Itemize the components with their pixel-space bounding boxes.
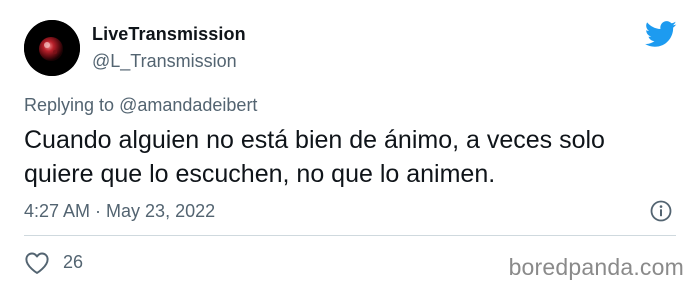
tweet-text-line: Cuando alguien no está bien de ánimo, a … <box>24 126 605 154</box>
planet-image <box>24 20 80 76</box>
twitter-bird-icon[interactable] <box>644 21 677 48</box>
like-count: 26 <box>63 252 84 272</box>
replying-to-prefix: Replying to <box>24 95 115 115</box>
like-heart-icon[interactable] <box>24 251 50 275</box>
tweet-text-line: quiere que lo escuchen, no que lo animen… <box>24 160 496 188</box>
tweet-timestamp[interactable]: 4:27 AM · May 23, 2022 <box>24 201 215 222</box>
author-display-name[interactable]: LiveTransmission <box>92 24 246 45</box>
tweet-text: Cuando alguien no está bien de ánimo, a … <box>24 123 644 191</box>
avatar[interactable] <box>24 20 80 76</box>
replying-to-line: Replying to @amandadeibert <box>24 95 257 116</box>
author-handle[interactable]: @L_Transmission <box>92 51 237 72</box>
info-icon[interactable] <box>650 200 672 222</box>
divider <box>24 235 676 236</box>
reply-mention-link[interactable]: @amandadeibert <box>119 95 257 115</box>
boredpanda-watermark: boredpanda.com <box>508 254 684 280</box>
